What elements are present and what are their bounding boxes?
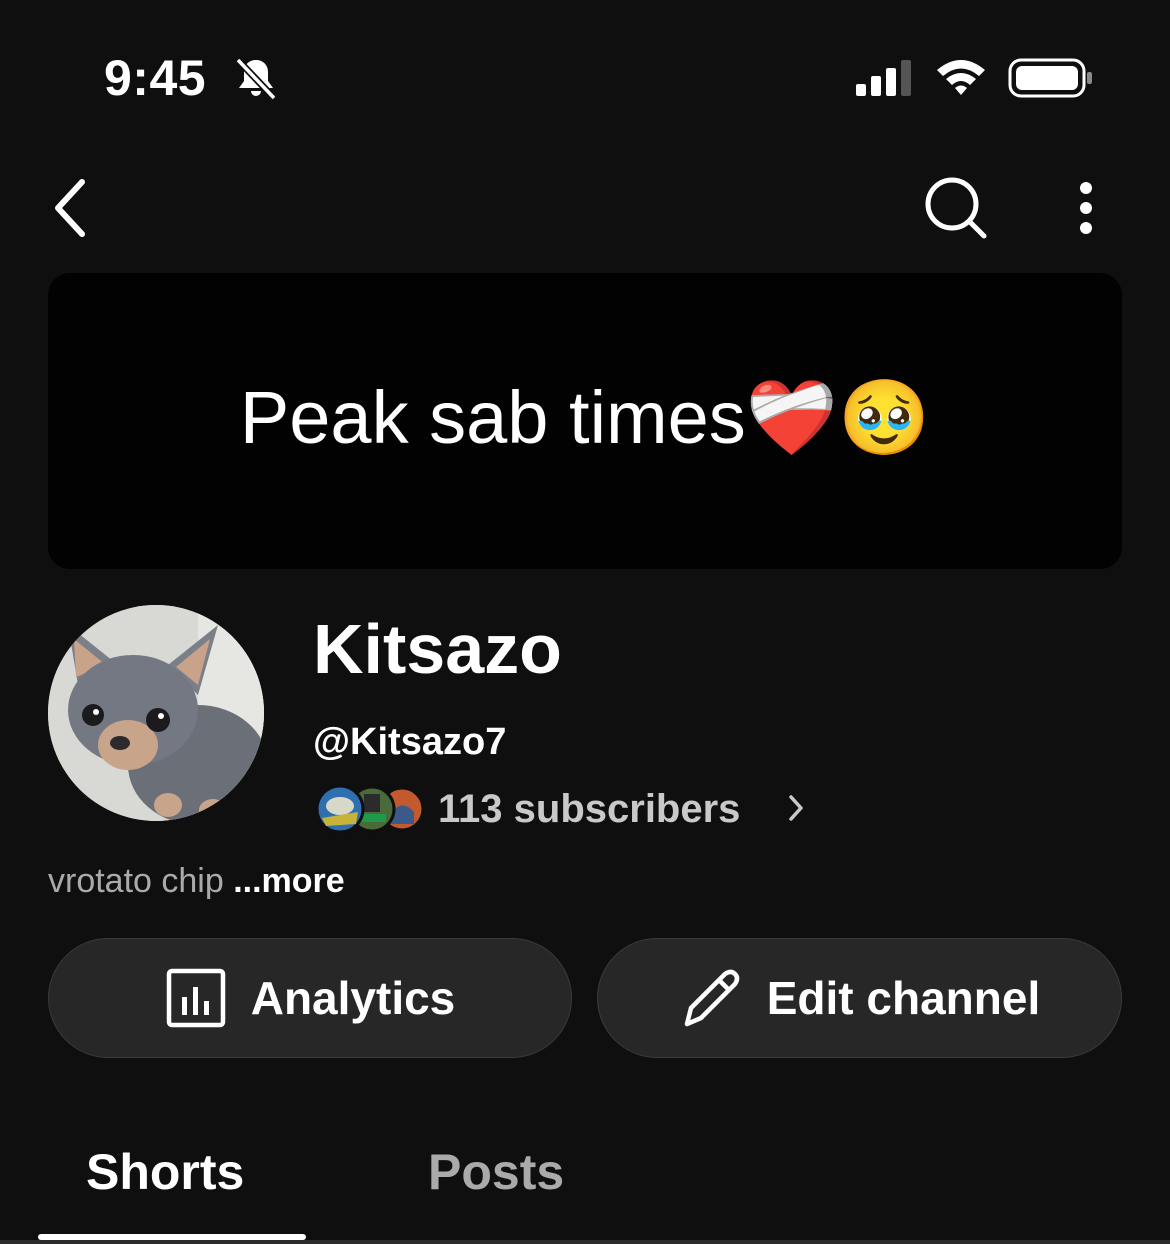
status-time: 9:45 xyxy=(104,50,207,106)
channel-name: Kitsazo xyxy=(313,610,562,688)
wifi-icon xyxy=(937,60,985,95)
cellular-signal-icon xyxy=(856,60,911,96)
more-vertical-icon[interactable] xyxy=(1070,180,1102,236)
description-text: vrotato chip xyxy=(48,862,224,900)
back-chevron-icon[interactable] xyxy=(48,176,96,240)
banner-text: Peak sab times❤️‍🩹🥹 xyxy=(239,376,931,459)
search-icon[interactable] xyxy=(920,176,988,240)
chihuahua-avatar-image xyxy=(48,605,264,821)
channel-handle: @Kitsazo7 xyxy=(313,721,507,763)
channel-avatar[interactable] xyxy=(48,605,264,821)
tab-divider xyxy=(0,1240,1170,1244)
active-tab-indicator xyxy=(38,1234,306,1240)
edit-channel-label: Edit channel xyxy=(766,972,1041,1024)
channel-description[interactable]: vrotato chip ...more xyxy=(48,858,345,904)
analytics-label: Analytics xyxy=(250,972,456,1024)
tab-shorts[interactable]: Shorts xyxy=(86,1140,244,1204)
tab-posts[interactable]: Posts xyxy=(428,1140,564,1204)
analytics-button[interactable]: Analytics xyxy=(48,938,572,1058)
subscriber-count[interactable]: 113 subscribers xyxy=(438,784,740,834)
edit-channel-button[interactable]: Edit channel xyxy=(597,938,1122,1058)
chevron-right-icon[interactable] xyxy=(786,792,806,824)
more-link[interactable]: ...more xyxy=(233,862,344,900)
battery-icon xyxy=(1008,58,1092,98)
analytics-chart-icon xyxy=(166,968,225,1028)
subscriber-avatars[interactable] xyxy=(314,784,424,834)
bell-slash-icon xyxy=(235,57,277,101)
channel-banner: Peak sab times❤️‍🩹🥹 xyxy=(48,273,1122,569)
pencil-icon xyxy=(684,969,739,1027)
